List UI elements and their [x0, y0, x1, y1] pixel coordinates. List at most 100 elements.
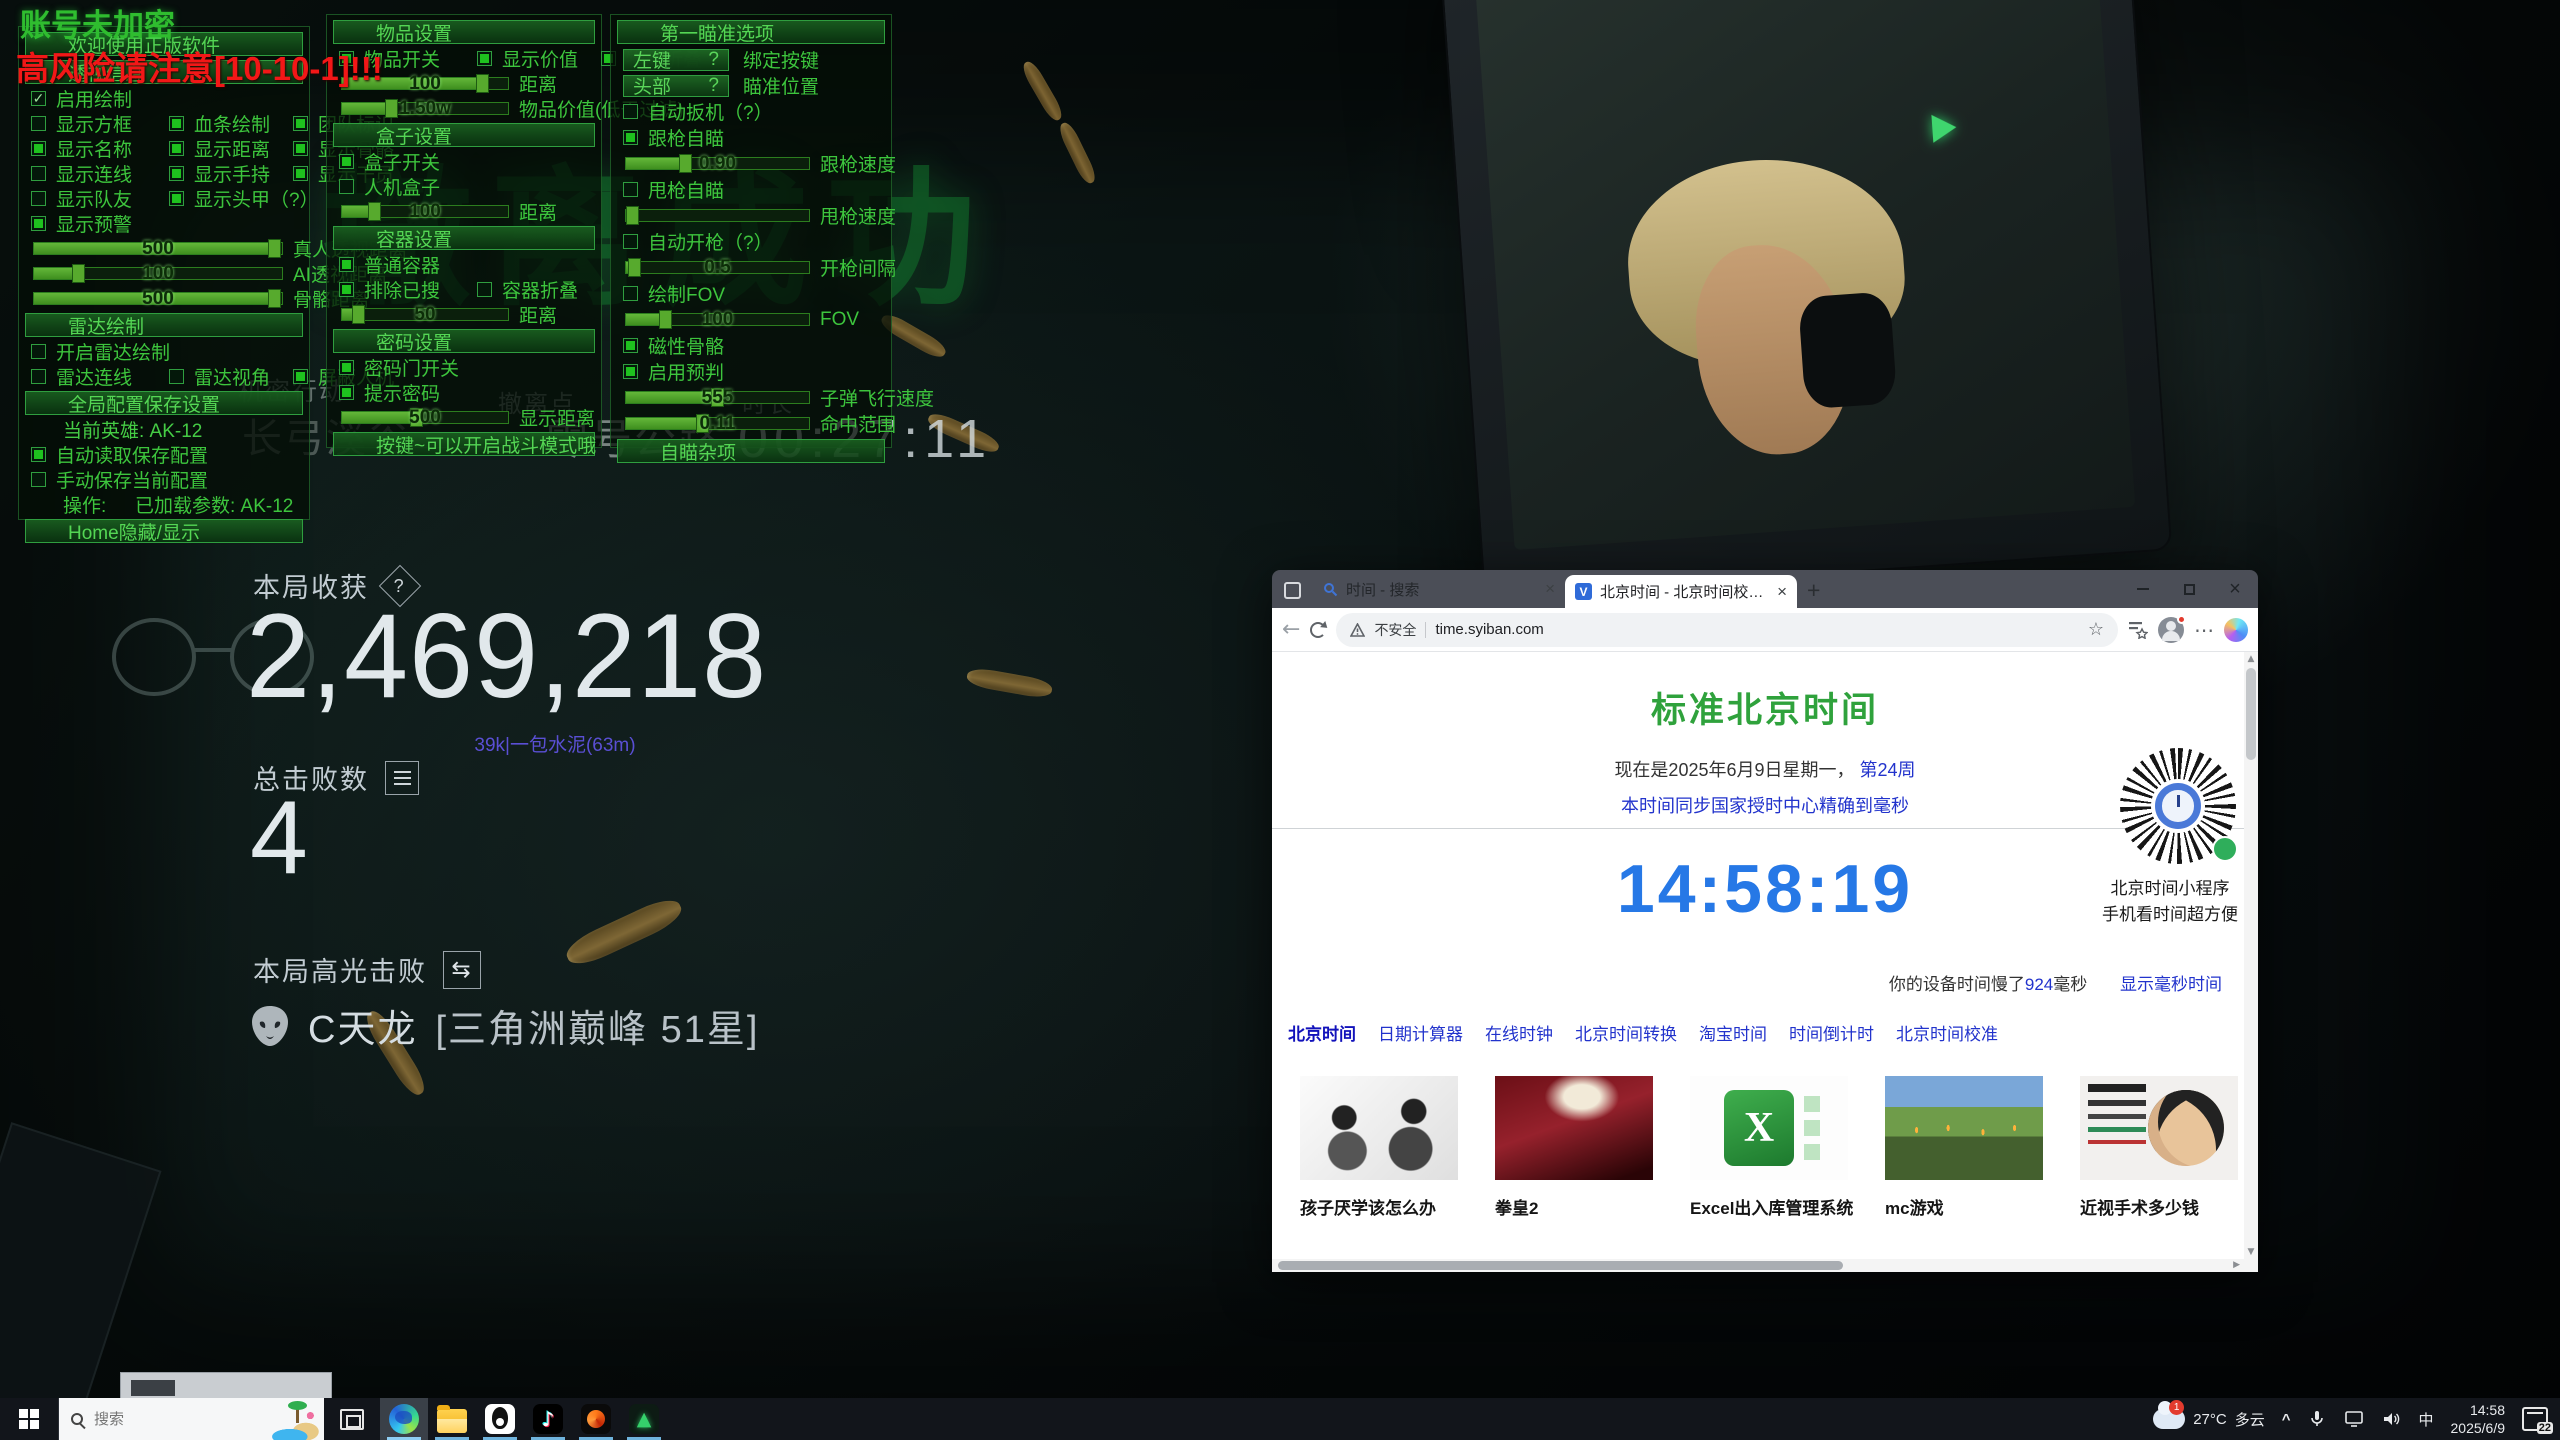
tab-search[interactable]: 时间 - 搜索 × — [1313, 570, 1565, 608]
menu-checkbox[interactable]: 雷达视角 — [169, 363, 289, 390]
swap-icon[interactable]: ⇆ — [443, 951, 481, 989]
menu-checkbox[interactable]: 磁性骨骼 — [623, 332, 757, 359]
scrollbar-thumb[interactable] — [2246, 668, 2256, 760]
menu-checkbox[interactable]: 显示预警 — [31, 210, 165, 237]
menu-checkbox[interactable]: 甩枪自瞄 — [623, 176, 757, 203]
action-center-icon[interactable]: 22 — [2522, 1407, 2548, 1431]
slider-track[interactable]: 500 — [341, 411, 509, 424]
thumbnail-image[interactable] — [1690, 1076, 1848, 1180]
menu-checkbox[interactable]: 自动读取保存配置 — [31, 441, 208, 468]
menu-checkbox[interactable]: 显示头甲（?） — [169, 185, 299, 212]
slider-track[interactable]: 555 — [625, 391, 810, 404]
menu-section-header[interactable]: 雷达绘制 — [25, 313, 303, 337]
menu-checkbox[interactable]: 手动保存当前配置 — [31, 466, 208, 493]
back-icon[interactable]: ← — [1282, 617, 1300, 642]
vertical-scrollbar[interactable]: ▲ ▼ — [2244, 652, 2258, 1259]
slider-track[interactable]: 500 — [33, 292, 283, 305]
menu-checkbox[interactable]: 显示队友 — [31, 185, 165, 212]
menu-section-header[interactable]: 盒子设置 — [333, 123, 595, 147]
slider-track[interactable]: 0.11 — [625, 417, 810, 430]
scroll-right-icon[interactable]: ▶ — [2233, 1260, 2240, 1270]
page-nav-link[interactable]: 北京时间转换 — [1575, 1020, 1677, 1045]
scrollbar-thumb[interactable] — [1278, 1261, 1843, 1270]
menu-section-header[interactable]: 全局配置保存设置 — [25, 391, 303, 415]
favorite-star-icon[interactable]: ☆ — [2088, 619, 2104, 640]
page-nav-link[interactable]: 在线时钟 — [1485, 1020, 1553, 1045]
slider-track[interactable]: 0.5 — [625, 261, 810, 274]
horizontal-scrollbar[interactable]: ▶ — [1272, 1259, 2244, 1272]
result-card[interactable]: Excel出入库管理系统 — [1690, 1076, 1848, 1219]
reload-icon[interactable] — [1310, 622, 1326, 638]
menu-section-header[interactable]: 物品设置 — [333, 20, 595, 44]
thumbnail-image[interactable] — [2080, 1076, 2238, 1180]
profile-avatar[interactable] — [2158, 617, 2184, 643]
result-card[interactable]: mc游戏 — [1885, 1076, 2043, 1219]
ime-indicator[interactable]: 中 — [2418, 1409, 2433, 1430]
workspaces-icon[interactable] — [1284, 582, 1301, 599]
thumbnail-image[interactable] — [1300, 1076, 1458, 1180]
menu-checkbox[interactable]: 人机盒子 — [339, 173, 473, 200]
start-button[interactable] — [0, 1398, 58, 1440]
taskbar-app-delta[interactable]: ▲ — [620, 1398, 668, 1440]
menu-checkbox[interactable]: 容器折叠 — [477, 276, 597, 303]
taskbar-app-explorer[interactable] — [428, 1398, 476, 1440]
result-card[interactable]: 近视手术多少钱 — [2080, 1076, 2238, 1219]
menu-section-header[interactable]: Home隐藏/显示 — [25, 519, 303, 543]
slider-knob[interactable] — [626, 206, 639, 225]
slider-track[interactable]: 1.50w — [341, 102, 509, 115]
microphone-icon[interactable] — [2307, 1410, 2327, 1428]
menu-section-header[interactable]: 自瞄杂项 — [617, 439, 885, 463]
slider-track[interactable]: 100 — [625, 313, 810, 326]
taskbar-app-game[interactable] — [572, 1398, 620, 1440]
menu-checkbox[interactable]: 显示价值 — [477, 45, 597, 72]
taskbar-app-qq[interactable] — [476, 1398, 524, 1440]
result-card[interactable]: 拳皇2 — [1495, 1076, 1653, 1219]
menu-checkbox[interactable]: 显示连线 — [31, 160, 165, 187]
slider-track[interactable]: 100 — [33, 267, 283, 280]
menu-checkbox[interactable]: 排除已搜 — [339, 276, 473, 303]
page-nav-link[interactable]: 北京时间 — [1288, 1020, 1356, 1045]
thumbnail-image[interactable] — [1495, 1076, 1653, 1180]
taskbar-search-box[interactable] — [58, 1398, 324, 1440]
page-nav-link[interactable]: 淘宝时间 — [1699, 1020, 1767, 1045]
search-input[interactable] — [92, 1410, 222, 1429]
task-view-button[interactable] — [340, 1409, 364, 1430]
menu-checkbox[interactable]: 提示密码 — [339, 379, 473, 406]
menu-checkbox[interactable]: 开启雷达绘制 — [31, 338, 170, 365]
address-bar[interactable]: 不安全 time.syiban.com ☆ — [1336, 613, 2118, 647]
page-nav-link[interactable]: 时间倒计时 — [1789, 1020, 1874, 1045]
menu-section-header[interactable]: 密码设置 — [333, 329, 595, 353]
kill-list-icon[interactable] — [385, 761, 419, 795]
new-tab-button[interactable]: + — [1807, 577, 1820, 604]
taskbar-app-edge[interactable] — [380, 1398, 428, 1440]
result-card[interactable]: 孩子厌学该怎么办 — [1300, 1076, 1458, 1219]
menu-checkbox[interactable]: 跟枪自瞄 — [623, 124, 757, 151]
slider-track[interactable] — [625, 209, 810, 222]
menu-checkbox[interactable]: 自动扳机（?） — [623, 98, 773, 125]
menu-checkbox[interactable]: 显示手持 — [169, 160, 289, 187]
tab-close-icon[interactable]: × — [1777, 582, 1787, 602]
speaker-icon[interactable] — [2381, 1410, 2401, 1428]
sync-link[interactable]: 本时间同步国家授时中心精确到毫秒 — [1272, 792, 2258, 818]
page-nav-link[interactable]: 日期计算器 — [1378, 1020, 1463, 1045]
thumbnail-image[interactable] — [1885, 1076, 2043, 1180]
maximize-button[interactable] — [2166, 570, 2212, 608]
close-button[interactable]: × — [2212, 570, 2258, 608]
minimize-button[interactable] — [2120, 570, 2166, 608]
hidden-icons-chevron[interactable]: ^ — [2282, 1411, 2291, 1428]
menu-section-header[interactable]: 按键~可以开启战斗模式哦 — [333, 432, 595, 456]
menu-checkbox[interactable]: 显示方框 — [31, 110, 165, 137]
display-network-icon[interactable] — [2344, 1410, 2364, 1428]
menu-checkbox[interactable]: 显示名称 — [31, 135, 165, 162]
menu-checkbox[interactable]: 自动开枪（?） — [623, 228, 773, 255]
menu-checkbox[interactable]: 密码门开关 — [339, 354, 473, 381]
taskbar-app-tiktok[interactable]: ♪ — [524, 1398, 572, 1440]
collections-icon[interactable] — [2128, 621, 2148, 639]
week-link[interactable]: 第24周 — [1860, 760, 1916, 780]
menu-checkbox[interactable]: 绘制FOV — [623, 280, 757, 307]
menu-checkbox[interactable]: 雷达连线 — [31, 363, 165, 390]
taskbar-clock[interactable]: 14:58 2025/6/9 — [2451, 1401, 2506, 1437]
keybind-button[interactable]: 左键? — [623, 49, 729, 71]
slider-track[interactable]: 50 — [341, 308, 509, 321]
scroll-down-icon[interactable]: ▼ — [2244, 1247, 2258, 1257]
